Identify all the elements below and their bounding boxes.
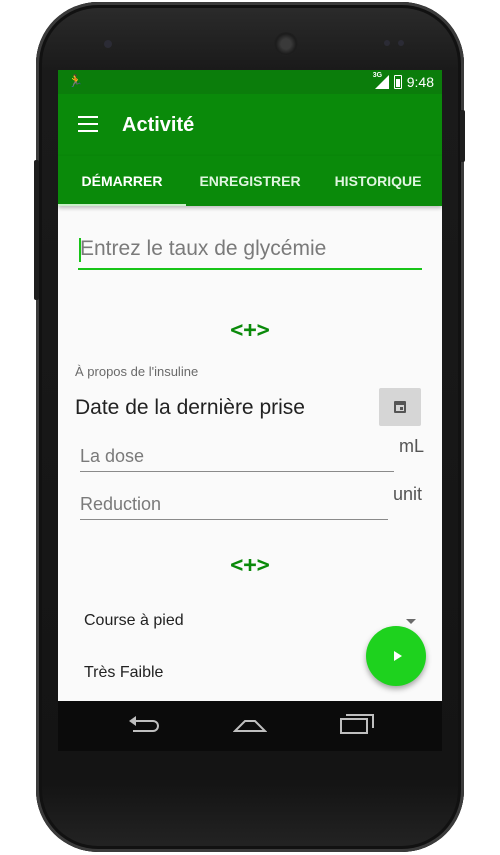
insulin-section-label: À propos de l'insuline: [75, 364, 199, 379]
sensor: [384, 40, 390, 46]
back-button[interactable]: [106, 701, 186, 751]
tab-historique[interactable]: HISTORIQUE: [314, 156, 442, 206]
activity-type-value: Course à pied: [84, 612, 184, 629]
menu-icon[interactable]: [78, 116, 98, 132]
app-screen: 🏃 3G 9:48 Activité DÉMARRER ENREGISTRER …: [58, 70, 442, 751]
tab-label: ENREGISTRER: [199, 173, 301, 189]
back-icon: [129, 716, 159, 732]
status-bar: 🏃 3G 9:48: [58, 70, 442, 94]
intensity-value[interactable]: Très Faible: [84, 664, 163, 682]
add-activity-button[interactable]: <+>: [200, 550, 300, 580]
app-title: Activité: [122, 114, 195, 136]
reduction-field[interactable]: [80, 490, 388, 520]
calendar-icon: [394, 401, 406, 413]
volume-button[interactable]: [34, 160, 39, 300]
home-button[interactable]: [210, 701, 290, 751]
running-person-icon: 🏃: [68, 74, 83, 88]
add-glycemia-button[interactable]: <+>: [200, 315, 300, 345]
battery-icon: [393, 75, 402, 89]
cell-signal-icon: 3G: [372, 72, 389, 89]
dose-field[interactable]: [80, 442, 394, 472]
date-picker-button[interactable]: [379, 388, 421, 426]
tab-bar: DÉMARRER ENREGISTRER HISTORIQUE: [58, 156, 442, 206]
recents-icon: [340, 714, 374, 734]
start-activity-fab[interactable]: [366, 626, 426, 686]
tab-demarrer[interactable]: DÉMARRER: [58, 156, 186, 206]
reduction-unit: unit: [393, 484, 423, 504]
glycemia-input[interactable]: [78, 230, 422, 270]
home-icon: [233, 719, 267, 733]
earpiece: [274, 32, 298, 56]
tab-label: DÉMARRER: [81, 173, 163, 189]
network-type: 3G: [372, 72, 383, 79]
app-bar: Activité: [58, 94, 442, 156]
system-nav-bar: [58, 701, 442, 751]
dropdown-arrow-icon: [406, 619, 416, 624]
tab-label: HISTORIQUE: [334, 173, 422, 189]
dose-unit: mL: [399, 436, 425, 456]
clock: 9:48: [406, 74, 434, 90]
front-camera: [104, 40, 112, 48]
sensor: [398, 40, 404, 46]
recents-button[interactable]: [314, 701, 394, 751]
power-button[interactable]: [460, 110, 465, 162]
last-dose-date-label: Date de la dernière prise: [75, 396, 305, 419]
tab-enregistrer[interactable]: ENREGISTRER: [186, 156, 314, 206]
text-cursor: [79, 238, 81, 262]
active-tab-indicator: [58, 204, 186, 206]
play-icon: [393, 651, 402, 661]
